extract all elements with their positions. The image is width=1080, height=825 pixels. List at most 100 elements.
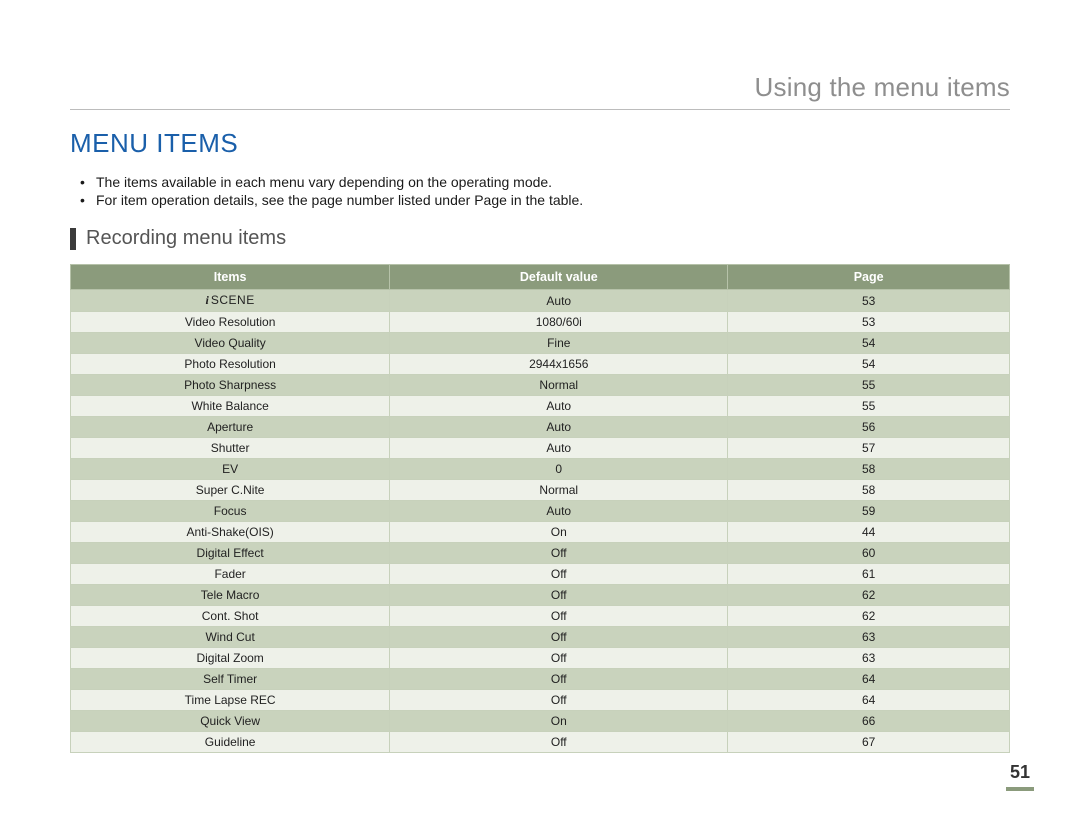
cell-item: Self Timer	[71, 669, 390, 690]
cell-page: 57	[728, 438, 1010, 459]
cell-item: White Balance	[71, 396, 390, 417]
cell-item-label: White Balance	[191, 399, 268, 413]
page-number-value: 51	[1000, 762, 1040, 783]
cell-item: Guideline	[71, 732, 390, 753]
table-row: ApertureAuto56	[71, 417, 1010, 438]
cell-default: 0	[390, 459, 728, 480]
table-row: White BalanceAuto55	[71, 396, 1010, 417]
cell-item: Focus	[71, 501, 390, 522]
cell-page: 67	[728, 732, 1010, 753]
chapter-title: Using the menu items	[70, 72, 1010, 103]
cell-page: 63	[728, 627, 1010, 648]
cell-default: Normal	[390, 375, 728, 396]
cell-default: Off	[390, 732, 728, 753]
table-row: Super C.Nite Normal58	[71, 480, 1010, 501]
cell-page: 63	[728, 648, 1010, 669]
table-row: Digital EffectOff60	[71, 543, 1010, 564]
cell-item: Anti-Shake(OIS)	[71, 522, 390, 543]
table-row: Shutter Auto57	[71, 438, 1010, 459]
table-row: Cont. ShotOff62	[71, 606, 1010, 627]
table-row: iSCENEAuto53	[71, 290, 1010, 312]
page-number: 51	[1000, 762, 1040, 791]
cell-default: Auto	[390, 438, 728, 459]
cell-item-label: Time Lapse REC	[185, 693, 276, 707]
table-row: Anti-Shake(OIS)On44	[71, 522, 1010, 543]
cell-item-label: Anti-Shake(OIS)	[186, 525, 273, 539]
recording-menu-table: Items Default value Page iSCENEAuto53Vid…	[70, 264, 1010, 753]
table-row: FocusAuto59	[71, 501, 1010, 522]
cell-default: Auto	[390, 417, 728, 438]
cell-item: iSCENE	[71, 290, 390, 312]
cell-item-label: Tele Macro	[201, 588, 260, 602]
cell-page: 61	[728, 564, 1010, 585]
cell-item: Digital Effect	[71, 543, 390, 564]
subsection-title: Recording menu items	[86, 227, 286, 250]
cell-item: Digital Zoom	[71, 648, 390, 669]
cell-default: Off	[390, 543, 728, 564]
cell-item: Photo Resolution	[71, 354, 390, 375]
cell-page: 62	[728, 585, 1010, 606]
cell-item: Tele Macro	[71, 585, 390, 606]
cell-item: EV	[71, 459, 390, 480]
table-row: Tele MacroOff62	[71, 585, 1010, 606]
table-row: EV 058	[71, 459, 1010, 480]
cell-item-label: Focus	[214, 504, 247, 518]
page-number-underline-icon	[1006, 787, 1034, 791]
cell-default: Fine	[390, 333, 728, 354]
cell-page: 60	[728, 543, 1010, 564]
table-row: Quick ViewOn66	[71, 711, 1010, 732]
cell-default: Off	[390, 648, 728, 669]
cell-default: Off	[390, 669, 728, 690]
cell-item-label: Photo Resolution	[184, 357, 275, 371]
table-row: Wind CutOff63	[71, 627, 1010, 648]
table-row: Fader Off61	[71, 564, 1010, 585]
cell-item-label: SCENE	[211, 293, 255, 307]
note-item: For item operation details, see the page…	[80, 191, 1010, 209]
cell-item-label: EV	[222, 462, 238, 476]
cell-default: Auto	[390, 501, 728, 522]
cell-page: 62	[728, 606, 1010, 627]
table-header-row: Items Default value Page	[71, 265, 1010, 290]
cell-item-label: Super C.Nite	[196, 483, 265, 497]
cell-page: 58	[728, 459, 1010, 480]
cell-page: 53	[728, 290, 1010, 312]
cell-default: Off	[390, 627, 728, 648]
cell-default: Auto	[390, 290, 728, 312]
cell-page: 58	[728, 480, 1010, 501]
note-item: The items available in each menu vary de…	[80, 173, 1010, 191]
cell-item-label: Photo Sharpness	[184, 378, 276, 392]
cell-page: 54	[728, 333, 1010, 354]
cell-item-label: Quick View	[200, 714, 260, 728]
cell-item: Super C.Nite	[71, 480, 390, 501]
cell-item-label: Fader	[214, 567, 245, 581]
cell-page: 55	[728, 396, 1010, 417]
cell-page: 56	[728, 417, 1010, 438]
cell-item-label: Cont. Shot	[202, 609, 259, 623]
notes-list: The items available in each menu vary de…	[70, 173, 1010, 209]
cell-item: Shutter	[71, 438, 390, 459]
table-body: iSCENEAuto53Video Resolution1080/60i53Vi…	[71, 290, 1010, 753]
table-row: Video Resolution1080/60i53	[71, 312, 1010, 333]
cell-item: Video Quality	[71, 333, 390, 354]
cell-item-label: Shutter	[211, 441, 250, 455]
cell-page: 53	[728, 312, 1010, 333]
cell-default: Normal	[390, 480, 728, 501]
section-title: MENU ITEMS	[70, 128, 1010, 159]
table-row: Photo SharpnessNormal55	[71, 375, 1010, 396]
cell-page: 66	[728, 711, 1010, 732]
subsection-heading: Recording menu items	[70, 227, 1010, 250]
subsection-bar-icon	[70, 228, 76, 250]
cell-item: Time Lapse REC	[71, 690, 390, 711]
cell-item-label: Guideline	[205, 735, 256, 749]
table-row: Guideline Off67	[71, 732, 1010, 753]
cell-default: Off	[390, 690, 728, 711]
cell-item: Video Resolution	[71, 312, 390, 333]
cell-item: Wind Cut	[71, 627, 390, 648]
cell-default: Off	[390, 564, 728, 585]
cell-item-label: Video Quality	[195, 336, 266, 350]
col-header-page: Page	[728, 265, 1010, 290]
cell-item: Cont. Shot	[71, 606, 390, 627]
cell-default: 1080/60i	[390, 312, 728, 333]
table-row: Photo Resolution2944x165654	[71, 354, 1010, 375]
cell-item-label: Digital Zoom	[196, 651, 263, 665]
